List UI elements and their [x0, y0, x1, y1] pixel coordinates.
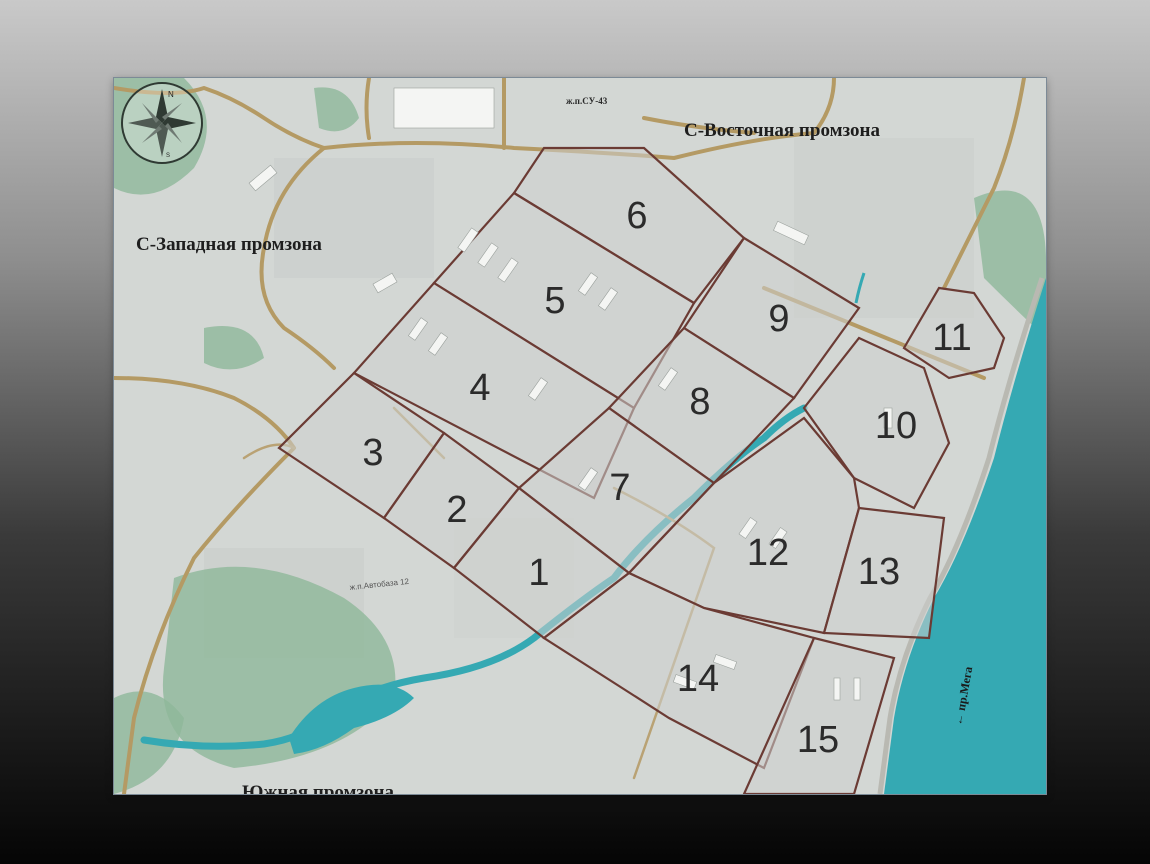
district-5-label: 5	[544, 280, 565, 322]
top-road-label: ж.п.СУ-43	[566, 96, 608, 106]
zone-label-northeast: С-Восточная промзона	[684, 120, 881, 141]
zone-label-south: Южная промзона	[242, 782, 394, 794]
district-9-label: 9	[768, 298, 789, 340]
district-7-label: 7	[609, 467, 630, 509]
district-11-label: 11	[932, 317, 971, 359]
district-1-label: 1	[528, 552, 549, 594]
district-3-label: 3	[362, 432, 383, 474]
zone-label-northwest: С-Западная промзона	[136, 234, 322, 255]
district-12-label: 12	[747, 532, 789, 574]
district-4-label: 4	[469, 367, 490, 409]
compass-rose-icon: N S	[121, 82, 203, 164]
district-10-label: 10	[875, 405, 917, 447]
district-14-label: 14	[677, 658, 719, 700]
compass-north-label: N	[168, 90, 174, 99]
district-15-label: 15	[797, 719, 839, 761]
city-map: N S С-Западная промзона С-Восточная пром…	[114, 78, 1046, 794]
district-6-label: 6	[626, 195, 647, 237]
district-13-label: 13	[858, 551, 900, 593]
district-2-label: 2	[446, 489, 467, 531]
district-8-label: 8	[689, 381, 710, 423]
compass-south-label: S	[166, 153, 170, 159]
